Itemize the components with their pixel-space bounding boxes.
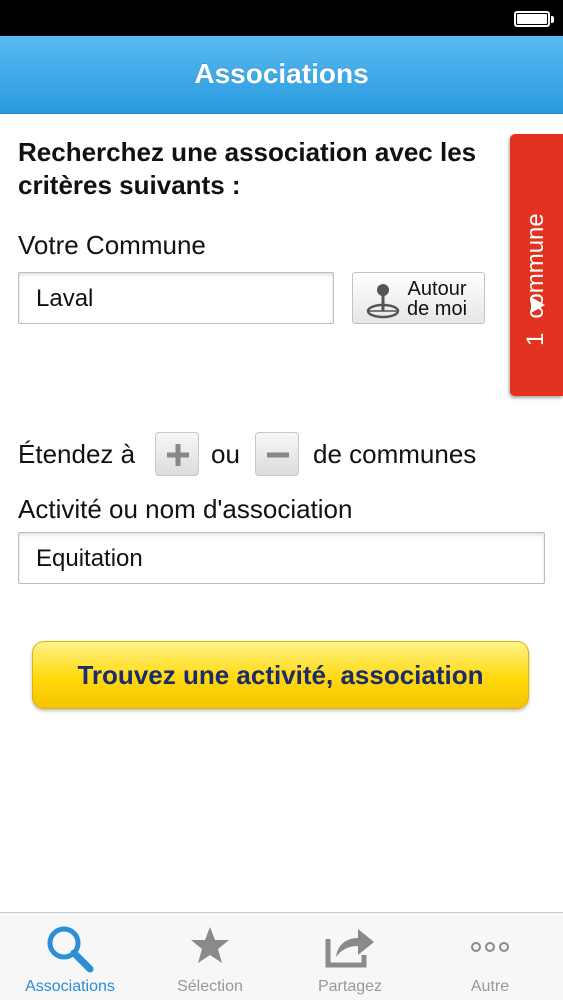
plus-button[interactable] [155,432,199,476]
more-icon [471,942,509,952]
minus-button[interactable] [255,432,299,476]
commune-count-label: 1 commune [522,186,550,346]
commune-count: 1 [522,332,549,346]
extend-prefix: Étendez à [18,439,136,469]
minus-icon [267,452,289,458]
extend-suffix: de communes [313,439,477,469]
tab-partagez[interactable]: Partagez [280,913,420,1000]
commune-input[interactable]: Laval [18,272,334,324]
tab-label-selection: Sélection [177,978,243,995]
activite-input[interactable]: Equitation [18,532,545,584]
find-activity-button[interactable]: Trouvez une activité, association [32,641,529,709]
star-icon [191,927,229,963]
battery-tip [551,16,554,23]
tab-bar: Associations Sélection Partagez Autre [0,912,563,1000]
tab-label-partagez: Partagez [317,978,383,995]
autour-line-2: de moi [407,298,468,320]
status-bar [0,0,563,36]
tab-label-associations: Associations [25,978,115,995]
autour-line-1: Autour [407,278,467,300]
extend-middle: ou [211,439,240,469]
location-joystick-icon [366,284,400,319]
tab-autre[interactable]: Autre [420,913,560,1000]
intro-text: Recherchez une association avec les crit… [18,137,477,200]
tab-associations[interactable]: Associations [0,913,140,1000]
tab-label-autre: Autre [470,978,510,995]
commune-label: Votre Commune [18,230,206,260]
plus-icon [167,444,189,466]
search-icon [47,926,94,973]
tab-selection[interactable]: Sélection [140,913,280,1000]
autour-de-moi-button[interactable]: Autour de moi [352,272,485,324]
commune-word: commune [522,213,549,319]
share-icon [325,929,374,968]
battery-icon [514,11,550,27]
navigation-bar: Associations [0,36,563,114]
activite-label: Activité ou nom d'association [18,494,353,524]
page-title: Associations [194,58,369,89]
autour-label: Autour de moi [407,279,467,319]
commune-count-tab[interactable]: 1 commune [510,134,563,396]
